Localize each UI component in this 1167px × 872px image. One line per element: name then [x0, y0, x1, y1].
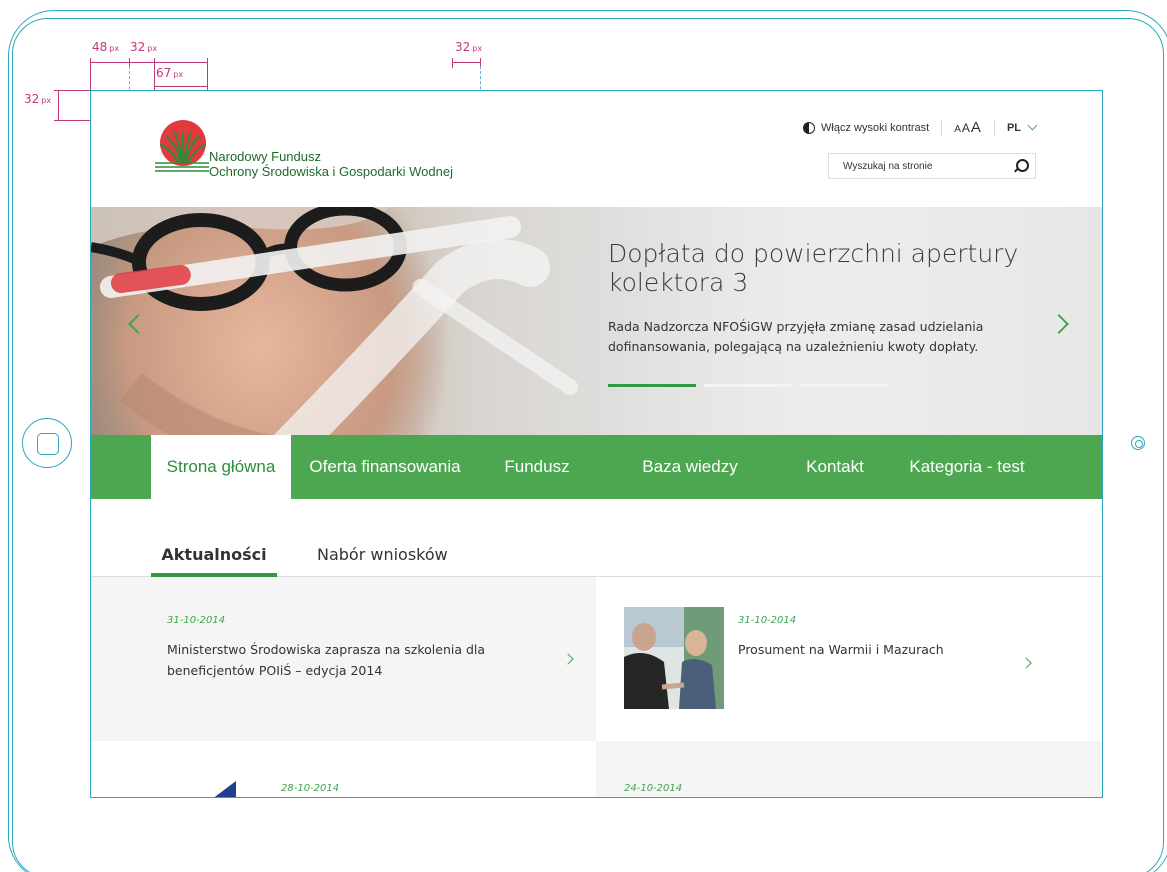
news-title: Prosument na Warmii i Mazurach	[738, 642, 944, 657]
news-title: Ministerstwo Środowiska zaprasza na szko…	[167, 642, 486, 678]
news-date: 31-10-2014	[167, 615, 226, 626]
annotation-32-left: 32 px	[130, 40, 158, 54]
slide-indicator-1[interactable]	[608, 384, 696, 387]
nav-item-oferta-finansowania[interactable]: Oferta finansowania	[291, 435, 479, 499]
divider	[941, 119, 943, 136]
annotation-line	[54, 90, 90, 91]
slide-indicator-3[interactable]	[800, 384, 888, 387]
news-thumbnail	[196, 781, 236, 797]
annotation-line	[154, 58, 155, 90]
search-box	[828, 153, 1036, 179]
nav-item-fundusz[interactable]: Fundusz	[479, 435, 595, 499]
chevron-right-icon[interactable]	[1020, 657, 1032, 669]
chevron-down-icon	[1027, 120, 1038, 131]
logo-line2: Ochrony Środowiska i Gospodarki Wodnej	[209, 164, 453, 179]
tab-nabor-wnioskow[interactable]: Nabór wniosków	[317, 545, 448, 564]
slide-indicator-2[interactable]	[704, 384, 792, 387]
contrast-icon	[803, 121, 816, 134]
annotation-48: 48 px	[92, 40, 120, 54]
utility-bar: Włącz wysoki kontrast AAA PL	[803, 119, 1038, 136]
news-item[interactable]: 31-10-2014 Prosument na Warmii i Mazurac…	[596, 577, 1102, 741]
search-input[interactable]	[843, 160, 993, 172]
logo-text[interactable]: Narodowy Fundusz Ochrony Środowiska i Go…	[209, 149, 453, 179]
contrast-label: Włącz wysoki kontrast	[821, 121, 930, 134]
chevron-right-icon[interactable]	[562, 653, 574, 665]
hero-description: Rada Nadzorcza NFOŚiGW przyjęła zmianę z…	[608, 319, 984, 354]
annotation-67: 67 px	[156, 66, 184, 80]
news-item[interactable]: 24-10-2014	[596, 741, 1102, 797]
language-label: PL	[1006, 121, 1021, 134]
annotation-line	[154, 86, 208, 87]
contrast-toggle[interactable]: Włącz wysoki kontrast	[803, 121, 930, 134]
news-date: 28-10-2014	[281, 783, 340, 794]
nav-item-baza-wiedzy[interactable]: Baza wiedzy	[595, 435, 785, 499]
camera-icon	[1131, 436, 1145, 450]
news-item[interactable]: 31-10-2014 Ministerstwo Środowiska zapra…	[91, 577, 596, 741]
annotation-32-top: 32 px	[24, 92, 52, 106]
news-thumbnail	[624, 607, 724, 709]
slider-indicators	[608, 384, 888, 387]
nav-item-strona-glowna[interactable]: Strona główna	[151, 435, 291, 499]
website-screen: Narodowy Fundusz Ochrony Środowiska i Go…	[90, 90, 1103, 798]
news-date: 31-10-2014	[738, 615, 797, 626]
annotation-line	[207, 58, 208, 90]
annotation-line	[452, 58, 453, 68]
news-item[interactable]: 28-10-2014	[91, 741, 596, 797]
home-button[interactable]	[22, 418, 72, 468]
font-size-large-button[interactable]: A	[971, 119, 982, 136]
logo-icon[interactable]	[153, 119, 209, 175]
site-header: Narodowy Fundusz Ochrony Środowiska i Go…	[91, 91, 1102, 207]
nav-item-kategoria-test[interactable]: Kategoria - test	[885, 435, 1049, 499]
news-tabs: Aktualności Nabór wniosków	[91, 531, 1102, 577]
language-select[interactable]: PL	[1006, 120, 1038, 134]
annotation-line	[452, 62, 480, 63]
annotation-line	[90, 58, 91, 90]
nav-item-kontakt[interactable]: Kontakt	[785, 435, 885, 499]
search-icon[interactable]	[1013, 159, 1029, 173]
font-size-medium-button[interactable]: A	[962, 121, 971, 135]
font-size-switcher: AAA	[954, 119, 982, 136]
font-size-small-button[interactable]: A	[954, 124, 962, 135]
annotation-32-right: 32 px	[455, 40, 483, 54]
annotation-line	[58, 90, 59, 120]
logo-line1: Narodowy Fundusz	[209, 149, 321, 164]
divider	[993, 119, 995, 136]
tab-aktualnosci[interactable]: Aktualności	[151, 545, 277, 577]
news-date: 24-10-2014	[624, 783, 683, 794]
annotation-line	[90, 62, 208, 63]
main-navigation: Strona główna Oferta finansowania Fundus…	[91, 435, 1102, 499]
hero-title: Dopłata do powierzchni apertury kolektor…	[608, 239, 1019, 297]
